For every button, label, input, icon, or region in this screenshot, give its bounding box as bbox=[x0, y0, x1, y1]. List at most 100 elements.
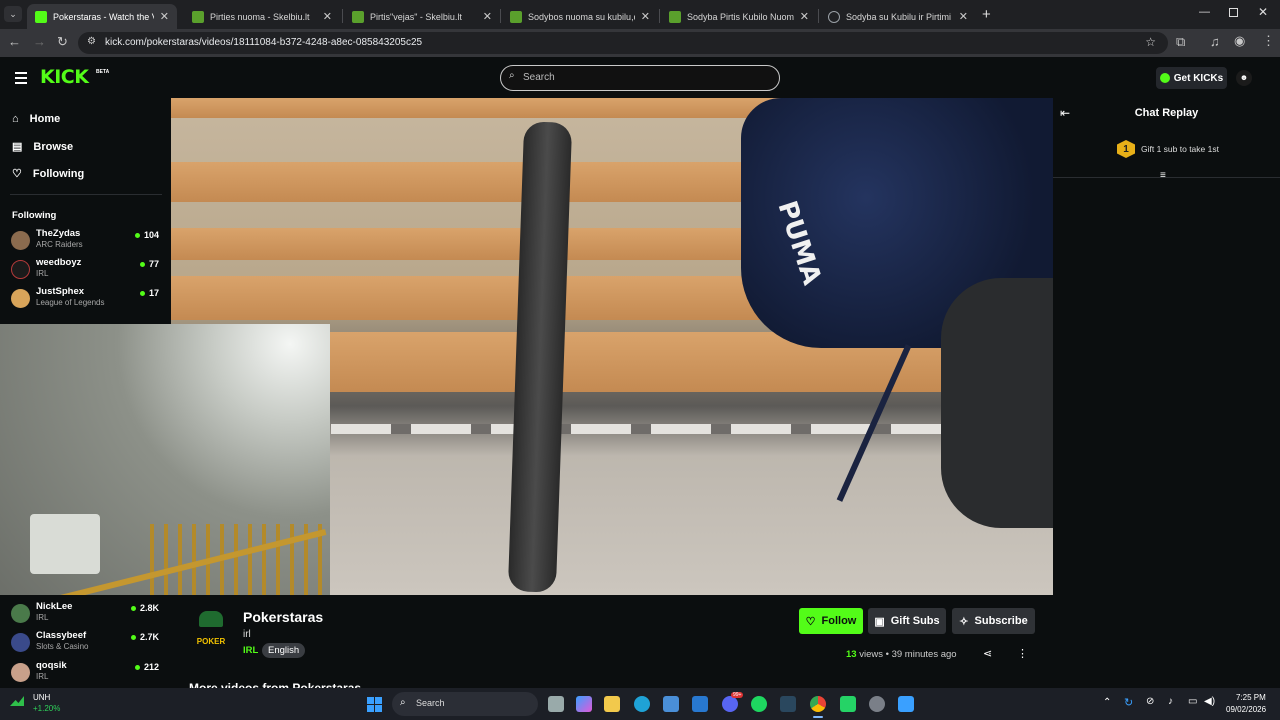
settings-icon[interactable] bbox=[869, 696, 885, 712]
tab-close-icon[interactable]: ✕ bbox=[323, 10, 332, 23]
nav-home[interactable]: ⌂ Home bbox=[12, 113, 60, 125]
search-input[interactable]: ⌕ Search bbox=[500, 65, 780, 91]
media-control-icon[interactable]: ♫ bbox=[1210, 34, 1220, 49]
channel-category: ARC Raiders bbox=[36, 240, 83, 249]
avatar bbox=[11, 231, 30, 250]
nav-home-label: Home bbox=[29, 113, 61, 125]
kick-logo[interactable]: KICK BETA bbox=[40, 66, 109, 88]
tab-sodybos-nuoma[interactable]: Sodybos nuoma su kubilu,džiak ✕ bbox=[502, 4, 658, 29]
windows-start-icon[interactable] bbox=[367, 697, 382, 712]
tab-close-icon[interactable]: ✕ bbox=[160, 10, 169, 23]
chrome-icon[interactable] bbox=[810, 696, 826, 712]
followed-channel-justsphex[interactable]: JustSphex League of Legends 17 bbox=[11, 286, 161, 312]
back-arrow-icon[interactable]: ← bbox=[8, 34, 21, 49]
avatar bbox=[11, 289, 30, 308]
channel-name: qoqsik bbox=[36, 660, 67, 671]
minimize-window-icon[interactable]: — bbox=[1199, 6, 1210, 18]
reload-icon[interactable]: ↻ bbox=[57, 34, 68, 50]
kick-favicon-icon bbox=[35, 10, 47, 23]
forward-arrow-icon[interactable]: → bbox=[33, 34, 46, 49]
profile-icon[interactable]: ◉ bbox=[1234, 33, 1245, 49]
tab-search-button[interactable]: ⌄ bbox=[4, 6, 22, 22]
language-tag[interactable]: English bbox=[262, 643, 306, 658]
tab-sodyba-pirtis[interactable]: Sodyba Pirtis Kubilo Nuoma so ✕ bbox=[661, 4, 817, 29]
followed-channel-thezydas[interactable]: TheZydas ARC Raiders 104 bbox=[11, 228, 161, 254]
copilot-icon[interactable] bbox=[576, 696, 592, 712]
nav-browse[interactable]: ▤ Browse bbox=[12, 140, 73, 154]
tray-overflow-icon[interactable]: ⌃ bbox=[1103, 697, 1111, 708]
nav-following[interactable]: ♡ Following bbox=[12, 167, 84, 181]
edge-icon[interactable] bbox=[634, 696, 650, 712]
gift-leaderboard[interactable]: 1 Gift 1 sub to take 1st bbox=[1117, 140, 1219, 158]
tab-close-icon[interactable]: ✕ bbox=[483, 10, 492, 23]
channel-avatar[interactable]: POKER bbox=[193, 609, 229, 647]
share-icon[interactable]: ⋖ bbox=[983, 647, 992, 660]
file-explorer-icon[interactable] bbox=[604, 696, 620, 712]
clock-time[interactable]: 7:25 PM bbox=[1236, 693, 1266, 702]
follow-button[interactable]: ♡ Follow bbox=[799, 608, 863, 634]
kicks-coin-icon bbox=[1159, 73, 1170, 83]
followed-channel-weedboyz[interactable]: weedboyz IRL 77 bbox=[11, 257, 161, 283]
skelbiu-favicon-icon bbox=[192, 10, 204, 23]
channel-name[interactable]: Pokerstaras bbox=[243, 609, 323, 625]
clock-date[interactable]: 09/02/2026 bbox=[1226, 705, 1266, 714]
get-kicks-label: Get KICKs bbox=[1173, 72, 1224, 84]
outlook-icon[interactable] bbox=[692, 696, 708, 712]
sync-icon[interactable]: ↻ bbox=[1124, 696, 1133, 709]
live-dot-icon bbox=[139, 291, 145, 297]
recommended-channel-nicklee[interactable]: NickLee IRL 2.8K bbox=[11, 601, 161, 627]
chat-divider bbox=[1053, 177, 1280, 178]
channel-name: JustSphex bbox=[36, 286, 85, 297]
recommended-channel-classybeef[interactable]: Classybeef Slots & Casino 2.7K bbox=[11, 630, 161, 656]
live-dot-icon bbox=[134, 233, 140, 239]
more-options-icon[interactable]: ⋮ bbox=[1017, 647, 1028, 660]
spotify-icon[interactable] bbox=[751, 696, 767, 712]
steam-icon[interactable] bbox=[780, 696, 796, 712]
stock-trend-icon bbox=[10, 696, 24, 706]
address-bar[interactable]: ⚙ kick.com/pokerstaras/videos/18111084-b… bbox=[78, 32, 1168, 54]
url-text: kick.com/pokerstaras/videos/18111084-b37… bbox=[105, 37, 423, 48]
viewer-count-value: 104 bbox=[143, 230, 159, 240]
extensions-icon[interactable]: ⧉ bbox=[1176, 34, 1185, 50]
new-tab-plus-icon[interactable]: + bbox=[982, 6, 991, 23]
more-videos-title: More videos from Pokerstaras bbox=[189, 681, 362, 688]
expand-leaderboard-icon[interactable]: ≡ bbox=[1160, 170, 1166, 181]
tab-close-icon[interactable]: ✕ bbox=[959, 10, 968, 23]
display-icon[interactable]: ▭ bbox=[1188, 696, 1197, 707]
bookmark-star-icon[interactable]: ☆ bbox=[1145, 35, 1156, 49]
task-view-icon[interactable] bbox=[548, 696, 564, 712]
subscribe-button[interactable]: ✧ Subscribe bbox=[952, 608, 1035, 634]
volume-icon[interactable]: ◀) bbox=[1204, 696, 1215, 707]
category-link[interactable]: IRL bbox=[243, 645, 258, 656]
tab-close-icon[interactable]: ✕ bbox=[800, 10, 809, 23]
whatsapp-icon[interactable] bbox=[840, 696, 856, 712]
chrome-menu-icon[interactable]: ⋮ bbox=[1262, 33, 1275, 49]
tab-pokerstaras[interactable]: Pokerstaras - Watch the VOD o ✕ bbox=[27, 4, 177, 29]
get-kicks-button[interactable]: Get KICKs bbox=[1156, 67, 1227, 89]
tab-sodyba-su-kubilu[interactable]: Sodyba su Kubilu ir Pirtimi - Nu ✕ bbox=[820, 4, 976, 29]
photos-icon[interactable] bbox=[898, 696, 914, 712]
network-icon[interactable]: ⊘ bbox=[1146, 696, 1154, 707]
site-info-icon[interactable]: ⚙ bbox=[87, 36, 96, 47]
live-dot-icon bbox=[134, 665, 140, 671]
tab-title: Sodybos nuoma su kubilu,džiak bbox=[528, 11, 635, 22]
gift-subs-button[interactable]: ▣ Gift Subs bbox=[868, 608, 946, 634]
tab-close-icon[interactable]: ✕ bbox=[641, 10, 650, 23]
hamburger-menu-icon[interactable] bbox=[15, 72, 27, 84]
taskbar-search-placeholder: Search bbox=[416, 698, 445, 708]
channel-category: IRL bbox=[36, 269, 49, 278]
tab-pirtis-vejas[interactable]: Pirtis"vejas" - Skelbiu.lt ✕ bbox=[344, 4, 500, 29]
live-dot-icon bbox=[130, 635, 136, 641]
close-window-icon[interactable]: ✕ bbox=[1258, 5, 1268, 19]
user-avatar-icon[interactable]: ☻ bbox=[1236, 70, 1252, 86]
store-icon[interactable] bbox=[663, 696, 679, 712]
discord-icon[interactable] bbox=[722, 696, 738, 712]
skelbiu-favicon-icon bbox=[669, 10, 681, 23]
recommended-channel-qoqsik[interactable]: qoqsik IRL 212 bbox=[11, 660, 161, 686]
tab-pirties-nuoma[interactable]: Pirties nuoma - Skelbiu.lt ✕ bbox=[184, 4, 340, 29]
taskbar-search[interactable]: ⌕ Search bbox=[392, 692, 538, 716]
tab-title: Pirties nuoma - Skelbiu.lt bbox=[210, 11, 310, 22]
microphone-icon[interactable]: ♪ bbox=[1168, 696, 1173, 707]
restore-window-icon[interactable] bbox=[1229, 8, 1238, 17]
picture-in-picture-overlay[interactable] bbox=[0, 324, 330, 595]
